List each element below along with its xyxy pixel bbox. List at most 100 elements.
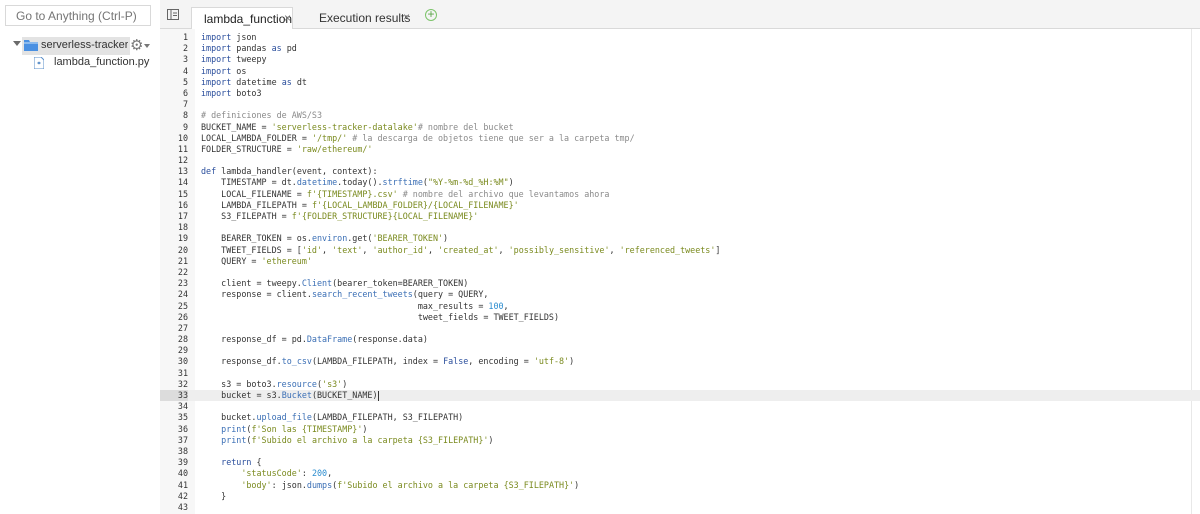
plus-icon: + — [427, 7, 435, 21]
code-text: return { — [221, 457, 262, 468]
code-line[interactable]: 26 tweet_fields = TWEET_FIELDS) — [160, 312, 1200, 323]
line-number: 3 — [182, 54, 188, 65]
code-line[interactable]: 34 — [160, 401, 1200, 412]
code-line[interactable]: 9 BUCKET_NAME = 'serverless-tracker-datal… — [160, 122, 1200, 133]
line-number: 20 — [177, 244, 188, 255]
code-line[interactable]: 11 FOLDER_STRUCTURE = 'raw/ethereum/' — [160, 144, 1200, 155]
line-number: 36 — [177, 423, 188, 434]
code-line[interactable]: 15 LOCAL_FILENAME = f'{TIMESTAMP}.csv' #… — [160, 189, 1200, 200]
code-line[interactable]: 37 print(f'Subido el archivo a la carpet… — [160, 435, 1200, 446]
line-number: 15 — [177, 188, 188, 199]
gear-icon: ⚙ — [130, 37, 144, 54]
line-number: 19 — [177, 233, 188, 244]
code-line[interactable]: 40 'statusCode': 200, — [160, 468, 1200, 479]
code-line[interactable]: 41 'body': json.dumps(f'Subido el archiv… — [160, 480, 1200, 491]
code-text: import boto3 — [201, 87, 262, 98]
code-line[interactable]: 30 response_df.to_csv(LAMBDA_FILEPATH, i… — [160, 356, 1200, 367]
code-line[interactable]: 36 print(f'Son las {TIMESTAMP}') — [160, 424, 1200, 435]
line-number: 30 — [177, 356, 188, 367]
settings-menu-button[interactable]: ⚙ — [130, 37, 152, 55]
code-line[interactable]: 7 — [160, 99, 1200, 110]
line-number: 28 — [177, 334, 188, 345]
code-text: client = tweepy.Client(bearer_token=BEAR… — [201, 278, 469, 289]
code-line[interactable]: 25 max_results = 100, — [160, 301, 1200, 312]
code-line[interactable]: 1 import json — [160, 32, 1200, 43]
line-number: 42 — [177, 490, 188, 501]
code-line[interactable]: 20 TWEET_FIELDS = ['id', 'text', 'author… — [160, 245, 1200, 256]
code-line[interactable]: 17 S3_FILEPATH = f'{FOLDER_STRUCTURE}{LO… — [160, 211, 1200, 222]
code-line[interactable]: 24 response = client.search_recent_tweet… — [160, 289, 1200, 300]
code-text: def lambda_handler(event, context): — [201, 166, 378, 177]
code-line[interactable]: 13 def lambda_handler(event, context): — [160, 166, 1200, 177]
code-text: response_df = pd.DataFrame(response.data… — [201, 334, 428, 345]
code-line[interactable]: 16 LAMBDA_FILEPATH = f'{LOCAL_LAMBDA_FOL… — [160, 200, 1200, 211]
close-icon[interactable]: × — [284, 11, 291, 25]
code-line[interactable]: 38 — [160, 446, 1200, 457]
code-text: import pandas as pd — [201, 43, 297, 54]
code-editor[interactable]: 1 import json 2 import pandas as pd 3 import … — [160, 29, 1200, 514]
tab-bar: lambda_function × Execution results × + — [160, 0, 1200, 29]
line-number: 31 — [177, 367, 188, 378]
code-line[interactable]: 31 — [160, 368, 1200, 379]
tree-root-folder[interactable]: serverless-tracker-t — [10, 37, 150, 55]
code-line[interactable]: 39 return { — [160, 457, 1200, 468]
code-text: import os — [201, 65, 247, 76]
tab-lambda-function[interactable]: lambda_function × — [191, 7, 293, 29]
code-line[interactable]: 10 LOCAL_LAMBDA_FOLDER = '/tmp/' # la des… — [160, 133, 1200, 144]
line-number: 4 — [182, 65, 188, 76]
code-line[interactable]: 3 import tweepy — [160, 54, 1200, 65]
code-line[interactable]: 5 import datetime as dt — [160, 77, 1200, 88]
code-line[interactable]: 6 import boto3 — [160, 88, 1200, 99]
line-number: 25 — [177, 300, 188, 311]
line-number: 16 — [177, 199, 188, 210]
code-line[interactable]: 4 import os — [160, 66, 1200, 77]
root-folder-label: serverless-tracker-t — [41, 39, 128, 51]
code-text: # definiciones de AWS/S3 — [201, 110, 323, 121]
code-text: 'statusCode': 200, — [241, 468, 333, 479]
line-number: 35 — [177, 412, 188, 423]
line-number: 22 — [177, 266, 188, 277]
code-text: print(f'Subido el archivo a la carpeta {… — [221, 434, 494, 445]
code-text: S3_FILEPATH = f'{FOLDER_STRUCTURE}{LOCAL… — [201, 211, 479, 221]
code-line[interactable]: 22 — [160, 267, 1200, 278]
toggle-tree-icon[interactable] — [167, 9, 179, 20]
line-number: 10 — [177, 132, 188, 143]
code-line[interactable]: 42 } — [160, 491, 1200, 502]
line-number: 38 — [177, 445, 188, 456]
code-line[interactable]: 2 import pandas as pd — [160, 43, 1200, 54]
go-to-anything-input[interactable] — [5, 5, 151, 26]
code-line[interactable]: 19 BEARER_TOKEN = os.environ.get('BEARER… — [160, 233, 1200, 244]
code-line[interactable]: 8 # definiciones de AWS/S3 — [160, 110, 1200, 121]
code-line[interactable]: 21 QUERY = 'ethereum' — [160, 256, 1200, 267]
text-cursor — [377, 390, 379, 401]
line-number: 24 — [177, 289, 188, 300]
code-line[interactable]: 35 bucket.upload_file(LAMBDA_FILEPATH, S… — [160, 412, 1200, 423]
code-text: tweet_fields = TWEET_FIELDS) — [201, 311, 559, 322]
close-icon[interactable]: × — [403, 10, 410, 24]
line-number: 33 — [160, 390, 188, 402]
code-text: print(f'Son las {TIMESTAMP}') — [221, 423, 368, 434]
tab-label: Execution results — [319, 11, 411, 25]
code-line[interactable]: 33 bucket = s3.Bucket(BUCKET_NAME) — [160, 390, 1200, 402]
code-line[interactable]: 27 — [160, 323, 1200, 334]
tab-label: lambda_function — [204, 12, 293, 26]
expand-arrow-icon[interactable] — [13, 41, 21, 46]
add-tab-button[interactable]: + — [425, 7, 437, 21]
code-line[interactable]: 14 TIMESTAMP = dt.datetime.today().strft… — [160, 177, 1200, 188]
code-line[interactable]: 23 client = tweepy.Client(bearer_token=B… — [160, 278, 1200, 289]
code-line[interactable]: 18 — [160, 222, 1200, 233]
code-text: max_results = 100, — [201, 300, 509, 311]
code-line[interactable]: 28 response_df = pd.DataFrame(response.d… — [160, 334, 1200, 345]
code-area[interactable]: 1 import json 2 import pandas as pd 3 import … — [160, 32, 1200, 513]
code-line[interactable]: 43 — [160, 502, 1200, 513]
line-number: 21 — [177, 255, 188, 266]
line-number: 40 — [177, 468, 188, 479]
tree-item-lambda-function[interactable]: lambda_function.py — [34, 56, 154, 70]
tab-execution-results[interactable]: Execution results × — [307, 7, 414, 29]
line-number: 1 — [182, 32, 188, 42]
code-text: BEARER_TOKEN = os.environ.get('BEARER_TO… — [201, 233, 449, 244]
line-number: 11 — [177, 143, 188, 154]
code-line[interactable]: 32 s3 = boto3.resource('s3') — [160, 379, 1200, 390]
code-line[interactable]: 12 — [160, 155, 1200, 166]
code-line[interactable]: 29 — [160, 345, 1200, 356]
